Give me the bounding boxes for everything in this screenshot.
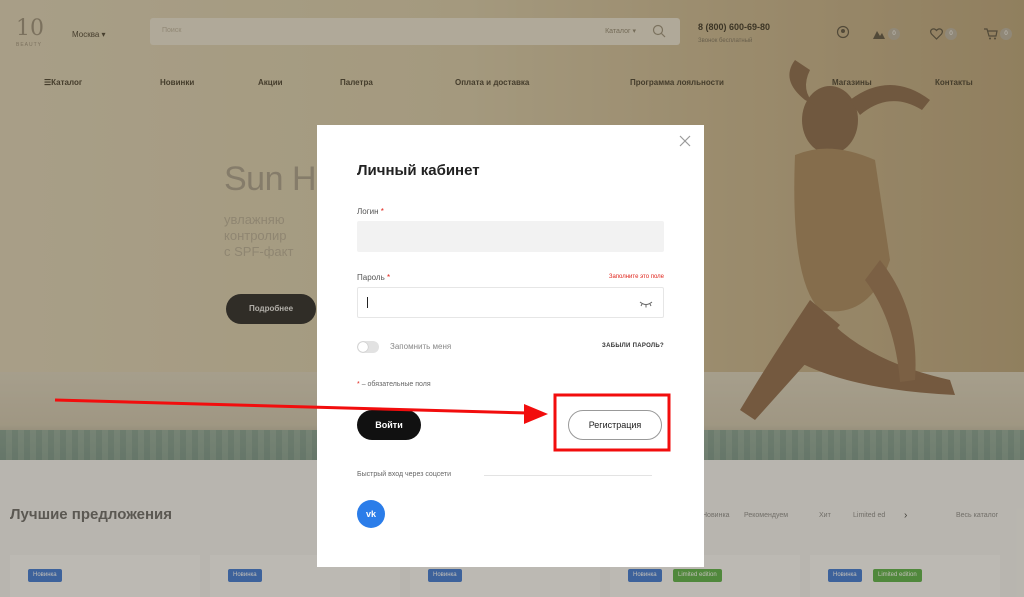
vk-login-button[interactable]: vk (357, 500, 385, 528)
password-error-hint: Заполните это поле (608, 274, 664, 280)
login-label: Логин * (357, 207, 384, 216)
password-label: Пароль * (357, 273, 391, 282)
text-caret (367, 297, 368, 308)
forgot-password-link[interactable]: ЗАБЫЛИ ПАРОЛЬ? (602, 343, 664, 349)
required-star: * (387, 273, 391, 282)
required-star: * (380, 207, 384, 216)
remember-me-label[interactable]: Запомнить меня (390, 342, 451, 351)
close-icon[interactable] (678, 134, 692, 148)
social-login-label: Быстрый вход через соцсети (357, 471, 452, 478)
modal-title: Личный кабинет (357, 162, 480, 179)
password-input[interactable] (357, 287, 664, 318)
remember-me-toggle[interactable] (357, 341, 379, 353)
required-fields-note: * – обязательные поля (357, 381, 431, 388)
login-button[interactable]: Войти (357, 410, 421, 440)
login-modal: Личный кабинет Логин * Пароль * Заполнит… (317, 125, 704, 567)
social-divider (484, 475, 652, 476)
eye-closed-icon[interactable] (639, 300, 653, 308)
register-button[interactable]: Регистрация (568, 410, 662, 440)
login-input[interactable] (357, 221, 664, 252)
